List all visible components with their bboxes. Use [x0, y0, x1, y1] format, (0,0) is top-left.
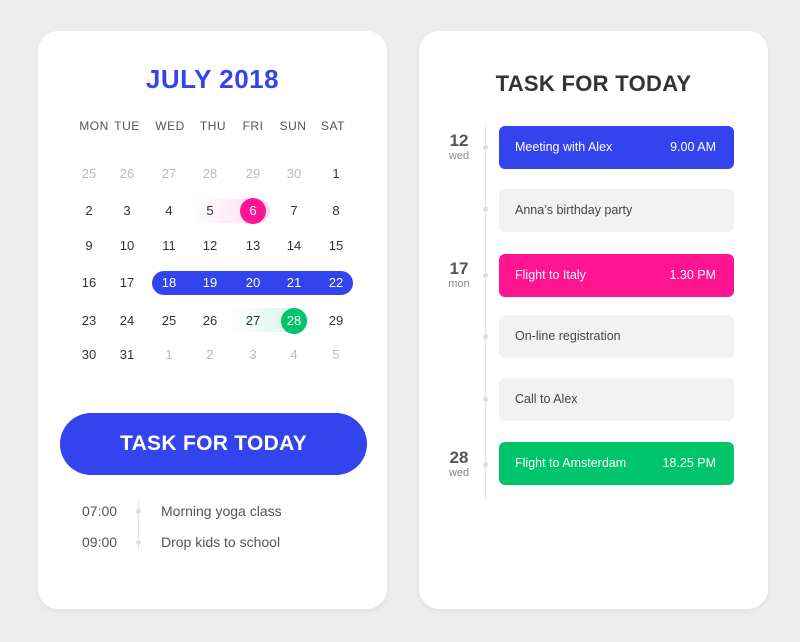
calendar-day[interactable]: 28 — [197, 161, 223, 187]
schedule-text: Drop kids to school — [161, 534, 281, 550]
date-number: 28 — [449, 448, 469, 467]
calendar-day[interactable]: 11 — [156, 233, 182, 259]
calendar-day[interactable]: 16 — [76, 270, 102, 296]
event-meeting-with-alex[interactable]: Meeting with Alex 9.00 AM — [499, 126, 734, 169]
schedule-item[interactable]: 07:00 Morning yoga class — [38, 503, 387, 525]
date-number: 12 — [449, 131, 469, 150]
calendar-day[interactable]: 5 — [323, 342, 349, 368]
schedule-time: 07:00 — [82, 503, 118, 519]
calendar-day[interactable]: 24 — [114, 308, 140, 334]
schedule-text: Morning yoga class — [161, 503, 282, 519]
date-weekday: wed — [448, 467, 470, 479]
calendar-day[interactable]: 6 — [240, 198, 266, 224]
calendar-day[interactable]: 4 — [281, 342, 307, 368]
calendar-day[interactable]: 25 — [76, 161, 102, 187]
timeline-dot — [483, 462, 488, 467]
calendar-day[interactable]: 5 — [197, 198, 223, 224]
calendar-day[interactable]: 26 — [197, 308, 223, 334]
calendar-day[interactable]: 21 — [281, 270, 307, 296]
calendar-day[interactable]: 17 — [114, 270, 140, 296]
calendar-day[interactable]: 3 — [114, 198, 140, 224]
date-label: 17 mon — [439, 259, 479, 291]
calendar-day[interactable]: 1 — [323, 161, 349, 187]
calendar-day[interactable]: 14 — [281, 233, 307, 259]
calendar-day[interactable]: 2 — [76, 198, 102, 224]
calendar-day[interactable]: 13 — [240, 233, 266, 259]
calendar-day[interactable]: 22 — [323, 270, 349, 296]
calendar-day[interactable]: 27 — [240, 308, 266, 334]
schedule-dot — [136, 509, 141, 514]
event-name: Flight to Italy — [515, 268, 586, 282]
date-number: 17 — [449, 259, 469, 278]
timeline-dot — [483, 334, 488, 339]
event-flight-to-amsterdam[interactable]: Flight to Amsterdam 18.25 PM — [499, 442, 734, 485]
calendar-day[interactable]: 30 — [281, 161, 307, 187]
calendar-day[interactable]: 25 — [156, 308, 182, 334]
task-for-today-button[interactable]: TASK FOR TODAY — [60, 413, 367, 475]
calendar-day[interactable]: 27 — [156, 161, 182, 187]
calendar-day[interactable]: 18 — [156, 270, 182, 296]
calendar-day[interactable]: 28 — [281, 308, 307, 334]
date-weekday: wed — [448, 150, 470, 162]
calendar-day[interactable]: 15 — [323, 233, 349, 259]
event-flight-to-italy[interactable]: Flight to Italy 1.30 PM — [499, 254, 734, 297]
date-weekday: mon — [448, 278, 470, 290]
calendar-day[interactable]: 29 — [323, 308, 349, 334]
event-name: On-line registration — [515, 329, 621, 343]
calendar-card: JULY 2018 MON TUE WED THU FRI SUN SAT 25… — [38, 31, 387, 609]
event-time: 1.30 PM — [669, 268, 716, 282]
calendar-day[interactable]: 12 — [197, 233, 223, 259]
timeline-dot — [483, 207, 488, 212]
calendar-day[interactable]: 20 — [240, 270, 266, 296]
timeline-line — [485, 126, 486, 501]
calendar-day[interactable]: 1 — [156, 342, 182, 368]
event-time: 9.00 AM — [670, 140, 716, 154]
tasks-title: TASK FOR TODAY — [495, 71, 692, 96]
calendar-day[interactable]: 2 — [197, 342, 223, 368]
event-name: Meeting with Alex — [515, 140, 613, 154]
calendar-day[interactable]: 19 — [197, 270, 223, 296]
calendar-day[interactable]: 29 — [240, 161, 266, 187]
calendar-day[interactable]: 30 — [76, 342, 102, 368]
calendar-day[interactable]: 4 — [156, 198, 182, 224]
calendar-day[interactable]: 3 — [240, 342, 266, 368]
calendar-day[interactable]: 9 — [76, 233, 102, 259]
event-name: Call to Alex — [515, 392, 578, 406]
calendar-day[interactable]: 10 — [114, 233, 140, 259]
event-annas-birthday-party[interactable]: Anna’s birthday party — [499, 189, 734, 232]
calendar-day[interactable]: 23 — [76, 308, 102, 334]
event-time: 18.25 PM — [662, 456, 716, 470]
calendar-day[interactable]: 26 — [114, 161, 140, 187]
schedule-item[interactable]: 09:00 Drop kids to school — [38, 534, 387, 556]
timeline-dot — [483, 145, 488, 150]
tasks-card: TASK FOR TODAY 12 wed 17 mon 28 wed Meet… — [419, 31, 768, 609]
schedule-time: 09:00 — [82, 534, 118, 550]
timeline-dot — [483, 397, 488, 402]
schedule-dot — [136, 540, 141, 545]
date-label: 12 wed — [439, 131, 479, 163]
event-name: Anna’s birthday party — [515, 203, 633, 217]
timeline-dot — [483, 273, 488, 278]
calendar-day[interactable]: 7 — [281, 198, 307, 224]
event-name: Flight to Amsterdam — [515, 456, 627, 470]
calendar-day[interactable]: 31 — [114, 342, 140, 368]
event-call-to-alex[interactable]: Call to Alex — [499, 378, 734, 421]
calendar-day[interactable]: 8 — [323, 198, 349, 224]
date-label: 28 wed — [439, 448, 479, 480]
event-online-registration[interactable]: On-line registration — [499, 315, 734, 358]
